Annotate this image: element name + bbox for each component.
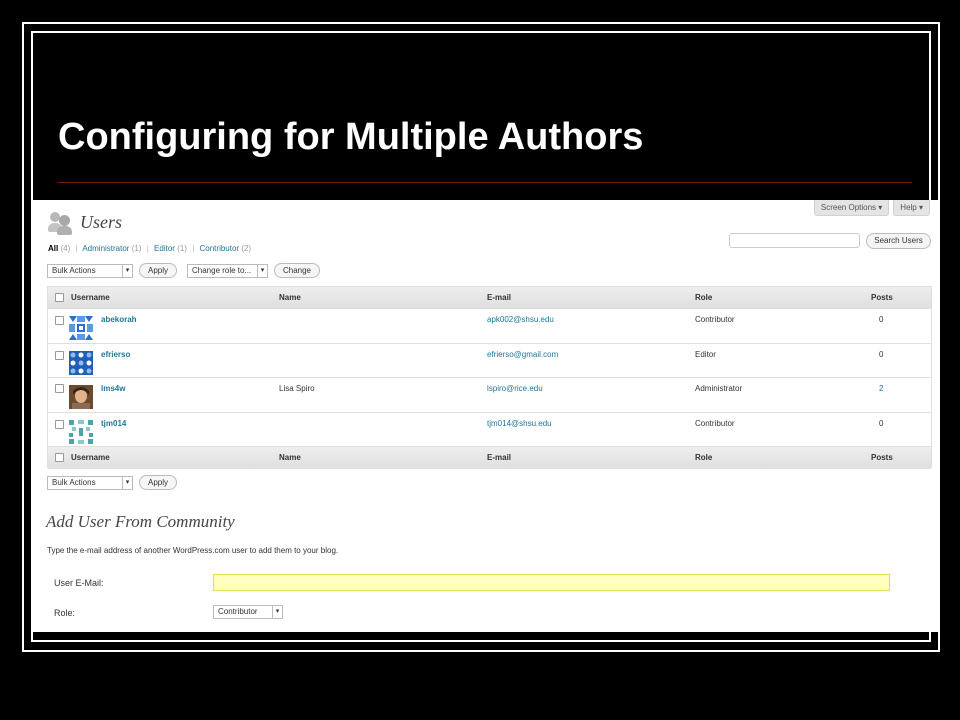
username-link[interactable]: efrierso bbox=[101, 350, 130, 359]
user-posts: 0 bbox=[879, 419, 884, 428]
page-title: Users bbox=[80, 211, 123, 232]
row-checkbox[interactable] bbox=[55, 316, 64, 325]
bulk-actions-select-bottom[interactable]: Bulk Actions ▾ bbox=[47, 476, 133, 490]
col-role-footer: Role bbox=[695, 453, 713, 462]
filter-administrator-count: (1) bbox=[131, 244, 142, 253]
user-role: Contributor bbox=[695, 315, 735, 324]
role-select[interactable]: Contributor ▾ bbox=[213, 605, 283, 619]
apply-button[interactable]: Apply bbox=[139, 263, 177, 278]
user-posts-link[interactable]: 2 bbox=[879, 384, 883, 393]
teal-identicon bbox=[69, 420, 93, 444]
user-name: Lisa Spiro bbox=[279, 384, 315, 393]
bulk-actions-label: Bulk Actions bbox=[52, 266, 96, 275]
blue-identicon bbox=[69, 316, 93, 340]
search-users-input[interactable] bbox=[729, 233, 860, 248]
col-role: Role bbox=[695, 293, 713, 302]
wordpress-users-screenshot: Screen Options ▾ Help ▾ Users All (4) | … bbox=[33, 200, 938, 632]
slide-title: Configuring for Multiple Authors bbox=[58, 116, 644, 158]
col-username[interactable]: Username bbox=[71, 293, 110, 302]
user-role: Editor bbox=[695, 350, 716, 359]
blue-grid-identicon bbox=[69, 351, 93, 375]
row-checkbox[interactable] bbox=[55, 351, 64, 360]
apply-button-bottom[interactable]: Apply bbox=[139, 475, 177, 490]
username-link[interactable]: lms4w bbox=[101, 384, 125, 393]
user-email-input[interactable] bbox=[213, 574, 890, 591]
user-email-label: User E-Mail: bbox=[54, 578, 104, 588]
table-row: abekorah apk002@shsu.edu Contributor 0 bbox=[48, 309, 931, 344]
search-users-button[interactable]: Search Users bbox=[866, 233, 931, 249]
photo-avatar bbox=[69, 385, 93, 409]
role-filter-links: All (4) | Administrator (1) | Editor (1)… bbox=[48, 244, 252, 253]
filter-administrator[interactable]: Administrator bbox=[82, 244, 129, 253]
filter-all[interactable]: All bbox=[48, 244, 58, 253]
screen-options-tab[interactable]: Screen Options ▾ bbox=[813, 200, 890, 216]
user-role: Contributor bbox=[695, 419, 735, 428]
change-role-select[interactable]: Change role to... ▾ bbox=[187, 264, 268, 278]
col-name-footer[interactable]: Name bbox=[279, 453, 301, 462]
username-link[interactable]: abekorah bbox=[101, 315, 137, 324]
change-role-label: Change role to... bbox=[192, 266, 252, 275]
role-select-value: Contributor bbox=[218, 607, 258, 616]
user-email-link[interactable]: efrierso@gmail.com bbox=[487, 350, 558, 359]
chevron-down-icon: ▾ bbox=[257, 265, 267, 277]
col-email[interactable]: E-mail bbox=[487, 293, 511, 302]
row-checkbox[interactable] bbox=[55, 384, 64, 393]
table-row: lms4w Lisa Spiro lspiro@rice.edu Adminis… bbox=[48, 378, 931, 413]
filter-contributor-count: (2) bbox=[241, 244, 252, 253]
users-icon bbox=[48, 210, 74, 235]
col-name[interactable]: Name bbox=[279, 293, 301, 302]
filter-editor[interactable]: Editor bbox=[154, 244, 175, 253]
table-row: efrierso efrierso@gmail.com Editor 0 bbox=[48, 344, 931, 378]
row-checkbox[interactable] bbox=[55, 420, 64, 429]
col-username-footer[interactable]: Username bbox=[71, 453, 110, 462]
page-header: Users bbox=[48, 210, 123, 235]
table-header: Username Name E-mail Role Posts bbox=[48, 287, 931, 309]
username-link[interactable]: tjm014 bbox=[101, 419, 126, 428]
users-table: Username Name E-mail Role Posts abekorah… bbox=[47, 286, 932, 469]
chevron-down-icon: ▾ bbox=[122, 477, 132, 489]
col-posts: Posts bbox=[871, 293, 893, 302]
change-button[interactable]: Change bbox=[274, 263, 320, 278]
add-user-section-title: Add User From Community bbox=[46, 512, 235, 531]
help-tab[interactable]: Help ▾ bbox=[893, 200, 930, 216]
bulk-actions-select[interactable]: Bulk Actions ▾ bbox=[47, 264, 133, 278]
top-tabs: Screen Options ▾ Help ▾ bbox=[813, 200, 930, 216]
user-email-link[interactable]: apk002@shsu.edu bbox=[487, 315, 554, 324]
table-row: tjm014 tjm014@shsu.edu Contributor 0 bbox=[48, 413, 931, 447]
select-all-checkbox-footer[interactable] bbox=[55, 453, 64, 462]
filter-editor-count: (1) bbox=[177, 244, 187, 253]
user-posts: 0 bbox=[879, 315, 884, 324]
chevron-down-icon: ▾ bbox=[122, 265, 132, 277]
col-posts-footer: Posts bbox=[871, 453, 893, 462]
table-footer: Username Name E-mail Role Posts bbox=[48, 447, 931, 469]
filter-contributor[interactable]: Contributor bbox=[200, 244, 240, 253]
user-role: Administrator bbox=[695, 384, 743, 393]
col-email-footer[interactable]: E-mail bbox=[487, 453, 511, 462]
title-divider bbox=[58, 182, 912, 183]
user-email-link[interactable]: lspiro@rice.edu bbox=[487, 384, 543, 393]
chevron-down-icon: ▾ bbox=[272, 606, 282, 618]
select-all-checkbox[interactable] bbox=[55, 293, 64, 302]
user-email-link[interactable]: tjm014@shsu.edu bbox=[487, 419, 552, 428]
user-posts: 0 bbox=[879, 350, 884, 359]
bulk-actions-label-bottom: Bulk Actions bbox=[52, 478, 96, 487]
add-user-description: Type the e-mail address of another WordP… bbox=[47, 546, 339, 555]
role-label: Role: bbox=[54, 608, 76, 618]
filter-all-count: (4) bbox=[60, 244, 71, 253]
